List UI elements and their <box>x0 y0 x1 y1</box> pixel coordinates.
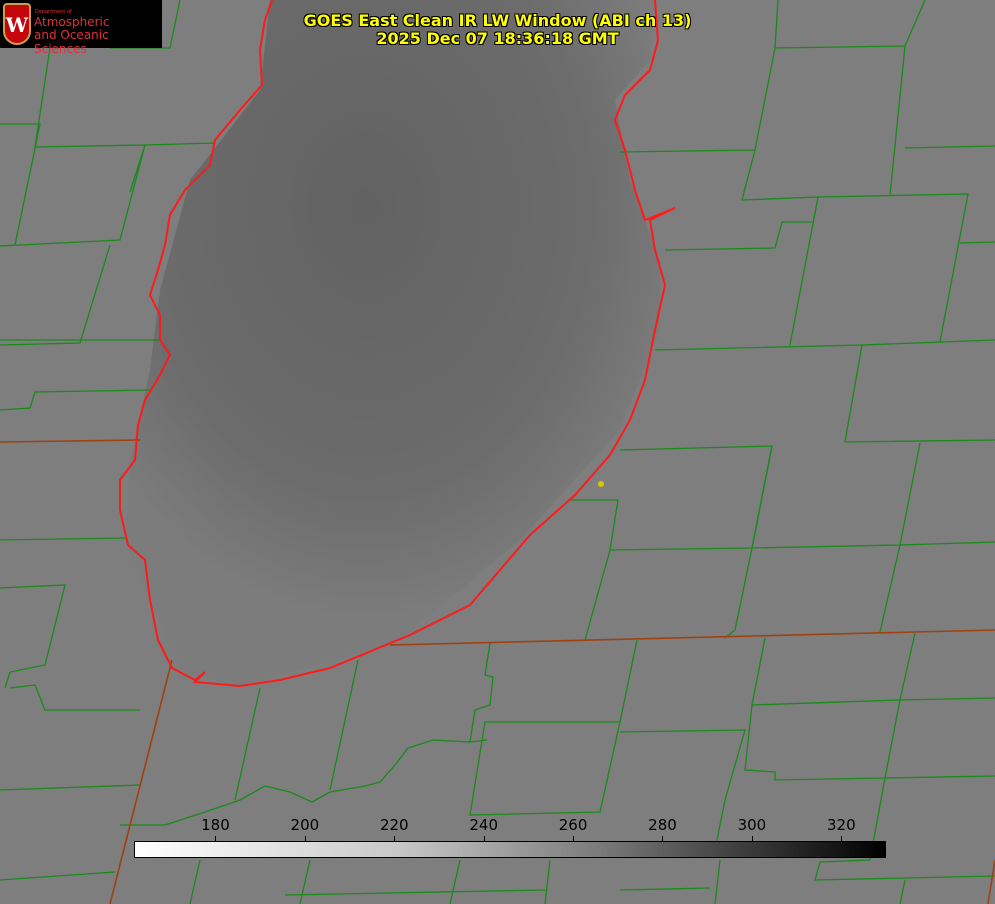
station-marker <box>598 481 604 487</box>
colorbar-tick-mark <box>394 836 395 841</box>
colorbar-tick-label: 220 <box>380 816 409 834</box>
satellite-map <box>0 0 995 904</box>
colorbar-tick-mark <box>662 836 663 841</box>
colorbar-tick-label: 300 <box>738 816 767 834</box>
colorbar-tick-mark <box>841 836 842 841</box>
colorbar-tick-mark <box>215 836 216 841</box>
colorbar <box>134 841 886 858</box>
colorbar-tick-mark <box>752 836 753 841</box>
colorbar-tick-mark <box>305 836 306 841</box>
colorbar-tick-label: 260 <box>559 816 588 834</box>
colorbar-tick-mark <box>573 836 574 841</box>
title-line1: GOES East Clean IR LW Window (ABI ch 13) <box>0 12 995 30</box>
colorbar-tick-label: 280 <box>648 816 677 834</box>
colorbar-tick-label: 200 <box>291 816 320 834</box>
title-timestamp: 2025 Dec 07 18:36:18 GMT <box>0 30 995 48</box>
colorbar-tick-mark <box>484 836 485 841</box>
colorbar-tick-label: 180 <box>201 816 230 834</box>
colorbar-tick-label: 240 <box>469 816 498 834</box>
colorbar-tick-label: 320 <box>827 816 856 834</box>
